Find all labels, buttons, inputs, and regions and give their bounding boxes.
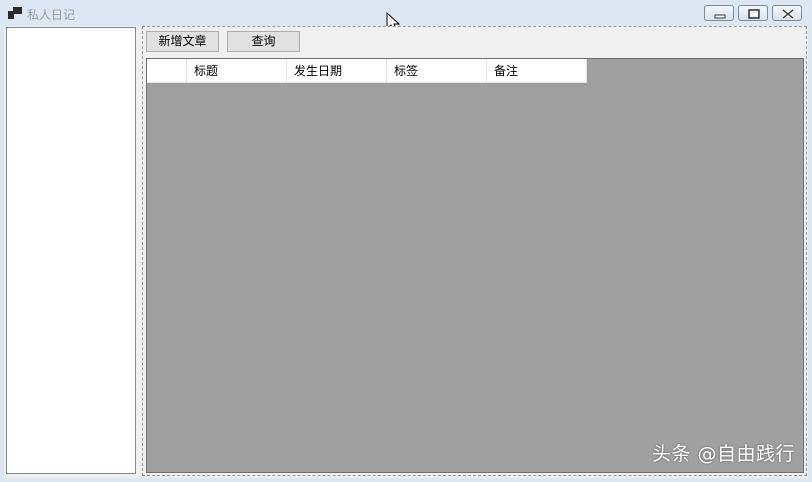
- watermark-text: 头条 @自由践行: [651, 443, 795, 465]
- maximize-icon: [748, 9, 760, 19]
- window-client-area: 新增文章 查询 标题 发生日期 标签 备注 头条 @自由践行: [4, 26, 808, 478]
- column-header-date[interactable]: 发生日期: [287, 59, 387, 83]
- minimize-icon: [714, 14, 726, 19]
- title-bar[interactable]: 私人日记: [0, 0, 812, 33]
- app-icon: [8, 7, 22, 19]
- column-header-notes[interactable]: 备注: [487, 59, 587, 83]
- maximize-button[interactable]: [738, 5, 768, 21]
- article-grid[interactable]: 标题 发生日期 标签 备注 头条 @自由践行: [146, 58, 804, 473]
- query-button[interactable]: 查询: [227, 31, 300, 52]
- left-tree-panel[interactable]: [6, 27, 136, 474]
- main-panel: 新增文章 查询 标题 发生日期 标签 备注 头条 @自由践行: [142, 26, 807, 476]
- row-header-corner[interactable]: [147, 59, 187, 83]
- close-icon: [782, 8, 794, 20]
- grid-header: 标题 发生日期 标签 备注: [147, 59, 587, 83]
- new-article-button[interactable]: 新增文章: [146, 31, 219, 52]
- column-header-title[interactable]: 标题: [187, 59, 287, 83]
- minimize-button[interactable]: [704, 5, 734, 21]
- window-title: 私人日记: [27, 8, 76, 22]
- close-button[interactable]: [772, 5, 802, 21]
- column-header-tags[interactable]: 标签: [387, 59, 487, 83]
